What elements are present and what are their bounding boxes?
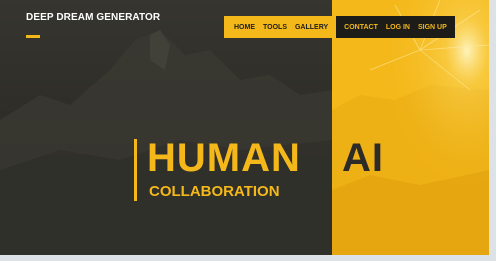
hero-title-human: HUMAN [147,136,301,180]
nav-primary-group: HOME TOOLS GALLERY [224,16,337,38]
hero-background-image [0,0,489,255]
nav-signup-link[interactable]: SIGN UP [414,24,451,31]
nav-secondary-group: CONTACT LOG IN SIGN UP [336,16,455,38]
hero-accent-bar [134,139,137,201]
nav-tools-link[interactable]: TOOLS [259,24,291,31]
page: DEEP DREAM GENERATOR HOME TOOLS GALLERY … [0,0,489,255]
hero-subtitle: COLLABORATION [149,183,280,200]
main-navigation: HOME TOOLS GALLERY CONTACT LOG IN SIGN U… [224,16,455,38]
site-logo[interactable]: DEEP DREAM GENERATOR [26,12,160,23]
window-frame-right [489,0,496,261]
nav-contact-link[interactable]: CONTACT [340,24,382,31]
nav-gallery-link[interactable]: GALLERY [291,24,332,31]
window-frame-bottom [0,255,496,261]
hero-title-ai: AI [342,136,384,180]
nav-login-link[interactable]: LOG IN [382,24,414,31]
nav-home-link[interactable]: HOME [230,24,259,31]
logo-underline [26,35,40,38]
